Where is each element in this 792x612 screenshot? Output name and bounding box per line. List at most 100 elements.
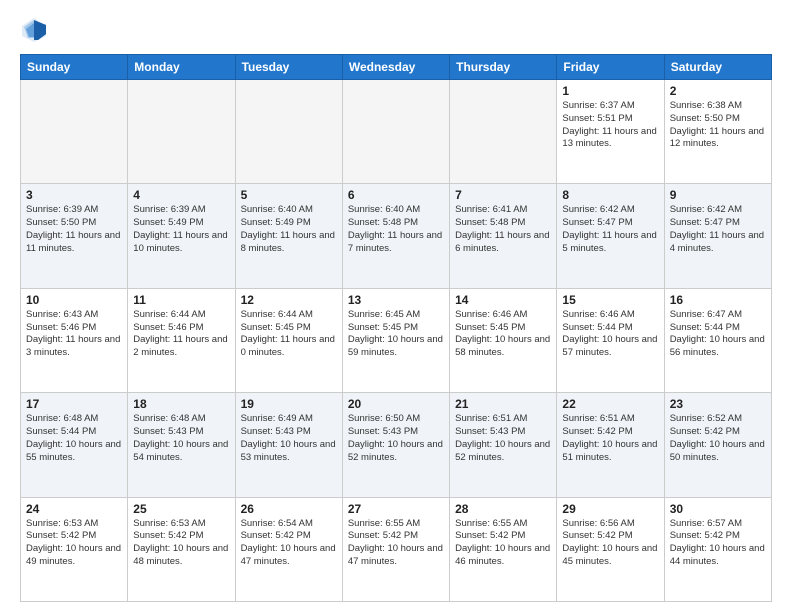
day-number: 16	[670, 293, 766, 307]
calendar-cell	[235, 80, 342, 184]
day-number: 12	[241, 293, 337, 307]
calendar-week-row: 3 Sunrise: 6:39 AM Sunset: 5:50 PM Daylig…	[21, 184, 772, 288]
header	[20, 16, 772, 44]
calendar-cell: 14 Sunrise: 6:46 AM Sunset: 5:45 PM Dayli…	[450, 288, 557, 392]
day-info: Sunrise: 6:42 AM Sunset: 5:47 PM Dayligh…	[670, 204, 766, 255]
day-info: Sunrise: 6:46 AM Sunset: 5:44 PM Dayligh…	[562, 309, 658, 360]
day-number: 27	[348, 502, 444, 516]
calendar-cell: 29Sunrise: 6:56 AM Sunset: 5:42 PM Dayli…	[557, 497, 664, 601]
day-number: 17	[26, 397, 122, 411]
day-number: 25	[133, 502, 229, 516]
calendar-page: SundayMondayTuesdayWednesdayThursdayFrid…	[0, 0, 792, 612]
calendar-cell: 6Sunrise: 6:40 AM Sunset: 5:48 PM Daylig…	[342, 184, 449, 288]
day-number: 8	[562, 188, 658, 202]
day-info: Sunrise: 6:55 AM Sunset: 5:42 PM Dayligh…	[455, 518, 551, 569]
day-info: Sunrise: 6:53 AM Sunset: 5:42 PM Dayligh…	[26, 518, 122, 569]
day-number: 13	[348, 293, 444, 307]
calendar-cell	[21, 80, 128, 184]
calendar-week-row: 17 Sunrise: 6:48 AM Sunset: 5:44 PM Dayli…	[21, 393, 772, 497]
weekday-header-tuesday: Tuesday	[235, 55, 342, 80]
day-info: Sunrise: 6:52 AM Sunset: 5:42 PM Dayligh…	[670, 413, 766, 464]
day-info: Sunrise: 6:38 AM Sunset: 5:50 PM Dayligh…	[670, 100, 766, 151]
calendar-cell: 4 Sunrise: 6:39 AM Sunset: 5:49 PM Daylig…	[128, 184, 235, 288]
day-info: Sunrise: 6:51 AM Sunset: 5:43 PM Dayligh…	[455, 413, 551, 464]
day-number: 28	[455, 502, 551, 516]
day-info: Sunrise: 6:48 AM Sunset: 5:44 PM Dayligh…	[26, 413, 122, 464]
calendar-cell: 25 Sunrise: 6:53 AM Sunset: 5:42 PM Dayli…	[128, 497, 235, 601]
day-info: Sunrise: 6:57 AM Sunset: 5:42 PM Dayligh…	[670, 518, 766, 569]
day-number: 18	[133, 397, 229, 411]
day-info: Sunrise: 6:44 AM Sunset: 5:46 PM Dayligh…	[133, 309, 229, 360]
weekday-header-thursday: Thursday	[450, 55, 557, 80]
day-info: Sunrise: 6:56 AM Sunset: 5:42 PM Dayligh…	[562, 518, 658, 569]
day-number: 10	[26, 293, 122, 307]
calendar-cell: 10 Sunrise: 6:43 AM Sunset: 5:46 PM Dayli…	[21, 288, 128, 392]
day-info: Sunrise: 6:37 AM Sunset: 5:51 PM Dayligh…	[562, 100, 658, 151]
day-number: 2	[670, 84, 766, 98]
weekday-header-row: SundayMondayTuesdayWednesdayThursdayFrid…	[21, 55, 772, 80]
day-info: Sunrise: 6:42 AM Sunset: 5:47 PM Dayligh…	[562, 204, 658, 255]
calendar-cell: 26 Sunrise: 6:54 AM Sunset: 5:42 PM Dayli…	[235, 497, 342, 601]
calendar-week-row: 1 Sunrise: 6:37 AM Sunset: 5:51 PM Daylig…	[21, 80, 772, 184]
weekday-header-saturday: Saturday	[664, 55, 771, 80]
calendar-cell: 28 Sunrise: 6:55 AM Sunset: 5:42 PM Dayli…	[450, 497, 557, 601]
day-number: 5	[241, 188, 337, 202]
calendar-week-row: 10 Sunrise: 6:43 AM Sunset: 5:46 PM Dayli…	[21, 288, 772, 392]
calendar-cell	[450, 80, 557, 184]
calendar-header: SundayMondayTuesdayWednesdayThursdayFrid…	[21, 55, 772, 80]
day-info: Sunrise: 6:47 AM Sunset: 5:44 PM Dayligh…	[670, 309, 766, 360]
day-info: Sunrise: 6:46 AM Sunset: 5:45 PM Dayligh…	[455, 309, 551, 360]
day-info: Sunrise: 6:44 AM Sunset: 5:45 PM Dayligh…	[241, 309, 337, 360]
day-info: Sunrise: 6:50 AM Sunset: 5:43 PM Dayligh…	[348, 413, 444, 464]
day-info: Sunrise: 6:54 AM Sunset: 5:42 PM Dayligh…	[241, 518, 337, 569]
day-info: Sunrise: 6:55 AM Sunset: 5:42 PM Dayligh…	[348, 518, 444, 569]
calendar-cell: 23 Sunrise: 6:52 AM Sunset: 5:42 PM Dayli…	[664, 393, 771, 497]
day-info: Sunrise: 6:51 AM Sunset: 5:42 PM Dayligh…	[562, 413, 658, 464]
day-info: Sunrise: 6:40 AM Sunset: 5:49 PM Dayligh…	[241, 204, 337, 255]
day-number: 9	[670, 188, 766, 202]
day-info: Sunrise: 6:39 AM Sunset: 5:50 PM Dayligh…	[26, 204, 122, 255]
calendar-cell: 22 Sunrise: 6:51 AM Sunset: 5:42 PM Dayli…	[557, 393, 664, 497]
weekday-header-monday: Monday	[128, 55, 235, 80]
calendar-cell	[128, 80, 235, 184]
calendar-cell: 17 Sunrise: 6:48 AM Sunset: 5:44 PM Dayli…	[21, 393, 128, 497]
day-info: Sunrise: 6:48 AM Sunset: 5:43 PM Dayligh…	[133, 413, 229, 464]
day-number: 15	[562, 293, 658, 307]
logo	[20, 16, 52, 44]
calendar-cell: 21Sunrise: 6:51 AM Sunset: 5:43 PM Dayli…	[450, 393, 557, 497]
calendar-cell: 27 Sunrise: 6:55 AM Sunset: 5:42 PM Dayli…	[342, 497, 449, 601]
weekday-header-sunday: Sunday	[21, 55, 128, 80]
day-number: 14	[455, 293, 551, 307]
calendar-cell	[342, 80, 449, 184]
calendar-cell: 18 Sunrise: 6:48 AM Sunset: 5:43 PM Dayli…	[128, 393, 235, 497]
calendar-cell: 9 Sunrise: 6:42 AM Sunset: 5:47 PM Daylig…	[664, 184, 771, 288]
weekday-header-wednesday: Wednesday	[342, 55, 449, 80]
calendar-week-row: 24Sunrise: 6:53 AM Sunset: 5:42 PM Dayli…	[21, 497, 772, 601]
calendar-cell: 3 Sunrise: 6:39 AM Sunset: 5:50 PM Daylig…	[21, 184, 128, 288]
calendar-cell: 20 Sunrise: 6:50 AM Sunset: 5:43 PM Dayli…	[342, 393, 449, 497]
day-number: 11	[133, 293, 229, 307]
day-number: 1	[562, 84, 658, 98]
calendar-cell: 1 Sunrise: 6:37 AM Sunset: 5:51 PM Daylig…	[557, 80, 664, 184]
weekday-header-friday: Friday	[557, 55, 664, 80]
day-info: Sunrise: 6:53 AM Sunset: 5:42 PM Dayligh…	[133, 518, 229, 569]
calendar-cell: 16 Sunrise: 6:47 AM Sunset: 5:44 PM Dayli…	[664, 288, 771, 392]
day-number: 22	[562, 397, 658, 411]
calendar-cell: 15 Sunrise: 6:46 AM Sunset: 5:44 PM Dayli…	[557, 288, 664, 392]
calendar-cell: 30Sunrise: 6:57 AM Sunset: 5:42 PM Dayli…	[664, 497, 771, 601]
day-number: 19	[241, 397, 337, 411]
calendar-table: SundayMondayTuesdayWednesdayThursdayFrid…	[20, 54, 772, 602]
day-number: 20	[348, 397, 444, 411]
calendar-cell: 7Sunrise: 6:41 AM Sunset: 5:48 PM Daylig…	[450, 184, 557, 288]
day-info: Sunrise: 6:41 AM Sunset: 5:48 PM Dayligh…	[455, 204, 551, 255]
calendar-cell: 24Sunrise: 6:53 AM Sunset: 5:42 PM Dayli…	[21, 497, 128, 601]
day-info: Sunrise: 6:43 AM Sunset: 5:46 PM Dayligh…	[26, 309, 122, 360]
calendar-cell: 12 Sunrise: 6:44 AM Sunset: 5:45 PM Dayli…	[235, 288, 342, 392]
calendar-cell: 11 Sunrise: 6:44 AM Sunset: 5:46 PM Dayli…	[128, 288, 235, 392]
day-number: 26	[241, 502, 337, 516]
day-number: 23	[670, 397, 766, 411]
day-info: Sunrise: 6:39 AM Sunset: 5:49 PM Dayligh…	[133, 204, 229, 255]
day-number: 3	[26, 188, 122, 202]
calendar-cell: 5 Sunrise: 6:40 AM Sunset: 5:49 PM Daylig…	[235, 184, 342, 288]
day-number: 4	[133, 188, 229, 202]
